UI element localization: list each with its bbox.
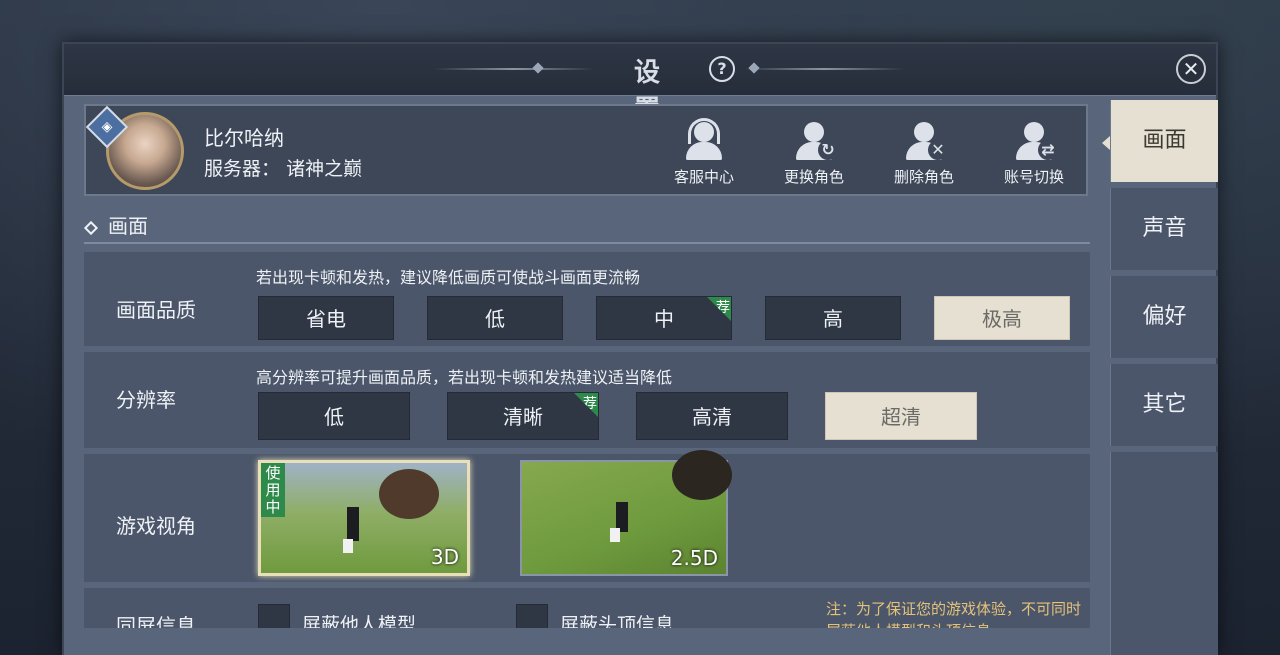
server-label: 服务器： xyxy=(204,158,281,180)
camera-option-3d[interactable]: 使用中 3D xyxy=(258,460,470,576)
resolution-option-clear[interactable]: 清晰 荐 xyxy=(447,392,599,440)
hide-overhead-info-label: 屏蔽头顶信息 xyxy=(560,614,675,628)
section-header: 画面 xyxy=(83,210,148,239)
quality-option-ultra[interactable]: 极高 xyxy=(934,296,1070,340)
quality-option-medium[interactable]: 中 荐 xyxy=(596,296,732,340)
camera-option-label: 2.5D xyxy=(670,546,718,570)
quality-row: 画面品质 若出现卡顿和发热，建议降低画质可使战斗画面更流畅 省电 低 中 荐 高… xyxy=(84,252,1090,346)
resolution-hint: 高分辨率可提升画面品质，若出现卡顿和发热建议适当降低 xyxy=(256,368,673,387)
hide-others-model-label: 屏蔽他人模型 xyxy=(302,614,417,628)
quality-option-low[interactable]: 低 xyxy=(427,296,563,340)
recommended-tag: 荐 xyxy=(574,393,598,417)
recommended-tag: 荐 xyxy=(707,297,731,321)
action-label: 客服中心 xyxy=(673,168,734,186)
onscreen-note: 注：为了保证您的游戏体验，不可同时屏蔽他人模型和头顶信息 xyxy=(826,600,1082,628)
scene-character xyxy=(347,507,359,541)
resolution-option-hd[interactable]: 高清 xyxy=(636,392,788,440)
quality-option-high[interactable]: 高 xyxy=(765,296,901,340)
section-divider xyxy=(84,242,1090,244)
resolution-row: 分辨率 高分辨率可提升画面品质，若出现卡顿和发热建议适当降低 低 清晰 荐 高清… xyxy=(84,352,1090,448)
quality-hint: 若出现卡顿和发热，建议降低画质可使战斗画面更流畅 xyxy=(256,268,641,287)
customer-service-button[interactable]: 客服中心 xyxy=(664,118,744,190)
resolution-option-low[interactable]: 低 xyxy=(258,392,410,440)
camera-option-label: 3D xyxy=(430,545,459,569)
settings-dialog: 设 置 ? ✕ ◈ 比尔哈纳 服务器： 诸神之巅 客服中心 ↻ 更换角色 ✕ xyxy=(62,42,1218,655)
in-use-tag: 使用中 xyxy=(261,463,285,517)
server-name: 诸神之巅 xyxy=(286,158,363,180)
diamond-icon xyxy=(83,220,99,235)
switch-account-icon: ⇄ xyxy=(1012,120,1058,162)
title-ornament-right xyxy=(744,68,904,70)
delete-character-button[interactable]: ✕ 删除角色 xyxy=(884,120,964,190)
delete-character-icon: ✕ xyxy=(902,120,948,162)
onscreen-label: 同屏信息 xyxy=(116,614,196,628)
resolution-label: 分辨率 xyxy=(116,388,176,412)
scene-companion xyxy=(343,539,353,553)
player-name: 比尔哈纳 xyxy=(204,126,284,150)
scene-companion xyxy=(610,528,620,542)
action-label: 删除角色 xyxy=(893,168,954,186)
change-character-button[interactable]: ↻ 更换角色 xyxy=(774,120,854,190)
quality-option-power-save[interactable]: 省电 xyxy=(258,296,394,340)
action-label: 更换角色 xyxy=(783,168,844,186)
hide-overhead-info-checkbox[interactable] xyxy=(516,604,548,628)
action-label: 账号切换 xyxy=(1003,168,1064,186)
tab-other[interactable]: 其它 xyxy=(1110,364,1218,446)
tab-display[interactable]: 画面 xyxy=(1110,100,1218,182)
close-button[interactable]: ✕ xyxy=(1176,54,1206,84)
server-info: 服务器： 诸神之巅 xyxy=(204,154,362,181)
active-tab-pointer xyxy=(1102,136,1110,150)
scene-tree xyxy=(672,450,732,500)
ornament-diamond xyxy=(748,62,760,74)
help-icon[interactable]: ? xyxy=(709,56,735,82)
quality-label: 画面品质 xyxy=(116,298,196,322)
camera-option-2-5d[interactable]: 2.5D xyxy=(520,450,732,576)
camera-label: 游戏视角 xyxy=(116,514,196,538)
title-ornament-left xyxy=(434,68,594,70)
resolution-option-ultra-hd[interactable]: 超清 xyxy=(825,392,977,440)
tab-column-filler xyxy=(1110,452,1218,655)
scene-tree xyxy=(379,469,439,519)
hide-others-model-checkbox[interactable] xyxy=(258,604,290,628)
switch-account-button[interactable]: ⇄ 账号切换 xyxy=(994,120,1074,190)
camera-row: 游戏视角 使用中 3D 2.5D xyxy=(84,450,1090,582)
player-profile: ◈ 比尔哈纳 服务器： 诸神之巅 客服中心 ↻ 更换角色 ✕ 删除角色 ⇄ 账号… xyxy=(84,104,1088,196)
title-bar: 设 置 ? ✕ xyxy=(64,44,1216,125)
tab-preferences[interactable]: 偏好 xyxy=(1110,276,1218,358)
tab-sound[interactable]: 声音 xyxy=(1110,188,1218,270)
ornament-diamond xyxy=(532,62,544,74)
switch-character-icon: ↻ xyxy=(792,120,838,162)
headset-icon xyxy=(682,118,726,162)
onscreen-info-row: 同屏信息 屏蔽他人模型 屏蔽头顶信息 注：为了保证您的游戏体验，不可同时屏蔽他人… xyxy=(84,588,1090,628)
